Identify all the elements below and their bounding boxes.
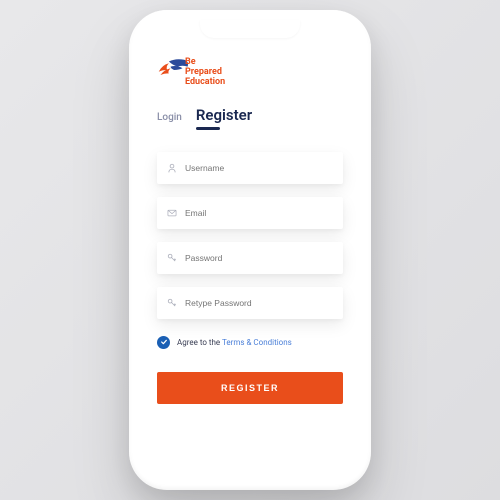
register-form: Agree to the Terms & Conditions REGISTER [157,152,343,404]
retype-password-field[interactable] [157,287,343,319]
agree-checkbox[interactable] [157,336,170,349]
key-icon [167,298,177,308]
brand-line3: Education [185,78,225,88]
email-field[interactable] [157,197,343,229]
username-field[interactable] [157,152,343,184]
email-input[interactable] [185,208,333,218]
register-button[interactable]: REGISTER [157,372,343,404]
tab-register[interactable]: Register [196,106,252,130]
app-screen: Be Prepared Education Login Register [139,20,361,480]
terms-row: Agree to the Terms & Conditions [157,336,343,349]
tab-login[interactable]: Login [157,112,182,123]
user-icon [167,163,177,173]
password-field[interactable] [157,242,343,274]
password-input[interactable] [185,253,333,263]
brand-logo: Be Prepared Education [157,52,343,88]
mail-icon [167,208,177,218]
key-icon [167,253,177,263]
agree-prefix: Agree to the [177,338,222,347]
brand-text: Be Prepared Education [185,58,225,88]
username-input[interactable] [185,163,333,173]
check-icon [160,338,168,346]
phone-mockup: Be Prepared Education Login Register [129,10,371,490]
agree-text: Agree to the Terms & Conditions [177,338,292,347]
terms-link[interactable]: Terms & Conditions [222,338,292,347]
retype-password-input[interactable] [185,298,333,308]
auth-tabs: Login Register [157,106,343,130]
